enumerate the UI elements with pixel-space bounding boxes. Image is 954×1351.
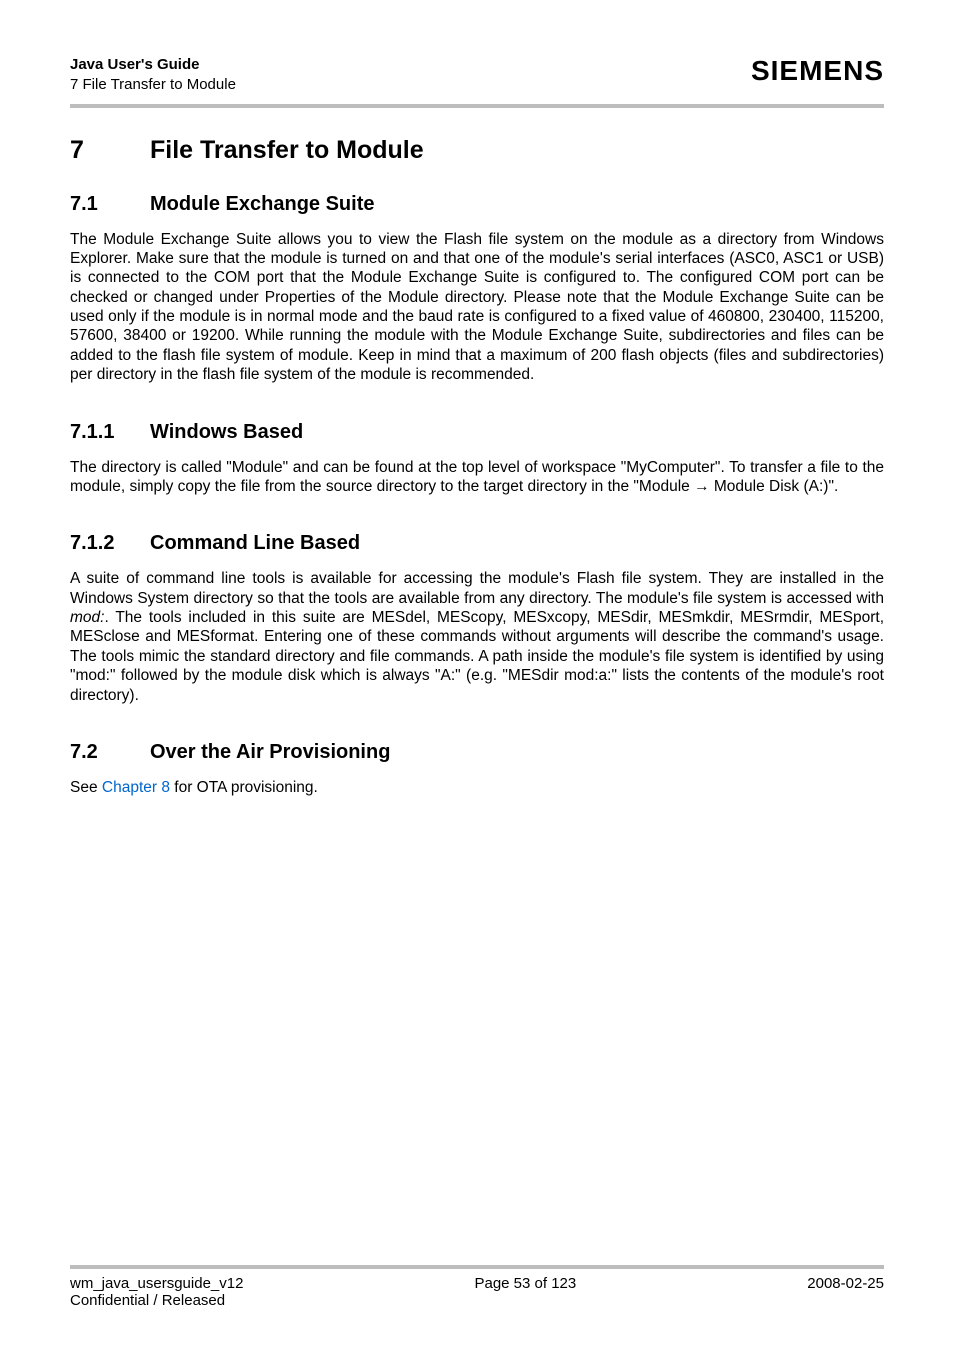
footer-date: 2008-02-25 [807,1275,884,1292]
brand-logo: SIEMENS [751,55,884,87]
page-footer: wm_java_usersguide_v12 Page 53 of 123 20… [70,1265,884,1309]
section-7-2-para: See Chapter 8 for OTA provisioning. [70,778,884,797]
section-title: Over the Air Provisioning [150,741,390,764]
chapter-8-link[interactable]: Chapter 8 [102,779,170,796]
section-title: Module Exchange Suite [150,193,374,216]
footer-page-number: Page 53 of 123 [474,1275,576,1292]
footer-classification: Confidential / Released [70,1292,884,1309]
section-7-1-para: The Module Exchange Suite allows you to … [70,230,884,385]
section-title: Command Line Based [150,532,360,555]
header-divider [70,104,884,108]
section-number: 7.1 [70,193,150,216]
section-7-1-1-heading: 7.1.1 Windows Based [70,421,884,444]
para-text: . The tools included in this suite are M… [70,609,884,704]
chapter-number: 7 [70,136,150,165]
section-7-1-2-heading: 7.1.2 Command Line Based [70,532,884,555]
footer-divider [70,1265,884,1269]
para-text: A suite of command line tools is availab… [70,570,884,606]
section-number: 7.1.1 [70,421,150,444]
section-number: 7.1.2 [70,532,150,555]
mod-keyword: mod: [70,609,104,626]
para-text: Module Disk (A:)". [710,478,839,495]
section-7-1-heading: 7.1 Module Exchange Suite [70,193,884,216]
arrow-icon: → [694,478,710,495]
para-text: See [70,779,102,796]
para-text: for OTA provisioning. [170,779,318,796]
doc-title: Java User's Guide [70,55,236,75]
chapter-heading: 7 File Transfer to Module [70,136,884,165]
section-title: Windows Based [150,421,303,444]
section-7-2-heading: 7.2 Over the Air Provisioning [70,741,884,764]
footer-doc-id: wm_java_usersguide_v12 [70,1275,243,1292]
doc-subtitle: 7 File Transfer to Module [70,75,236,95]
section-number: 7.2 [70,741,150,764]
section-7-1-1-para: The directory is called "Module" and can… [70,458,884,497]
section-7-1-2-para: A suite of command line tools is availab… [70,569,884,705]
chapter-title: File Transfer to Module [150,136,424,165]
